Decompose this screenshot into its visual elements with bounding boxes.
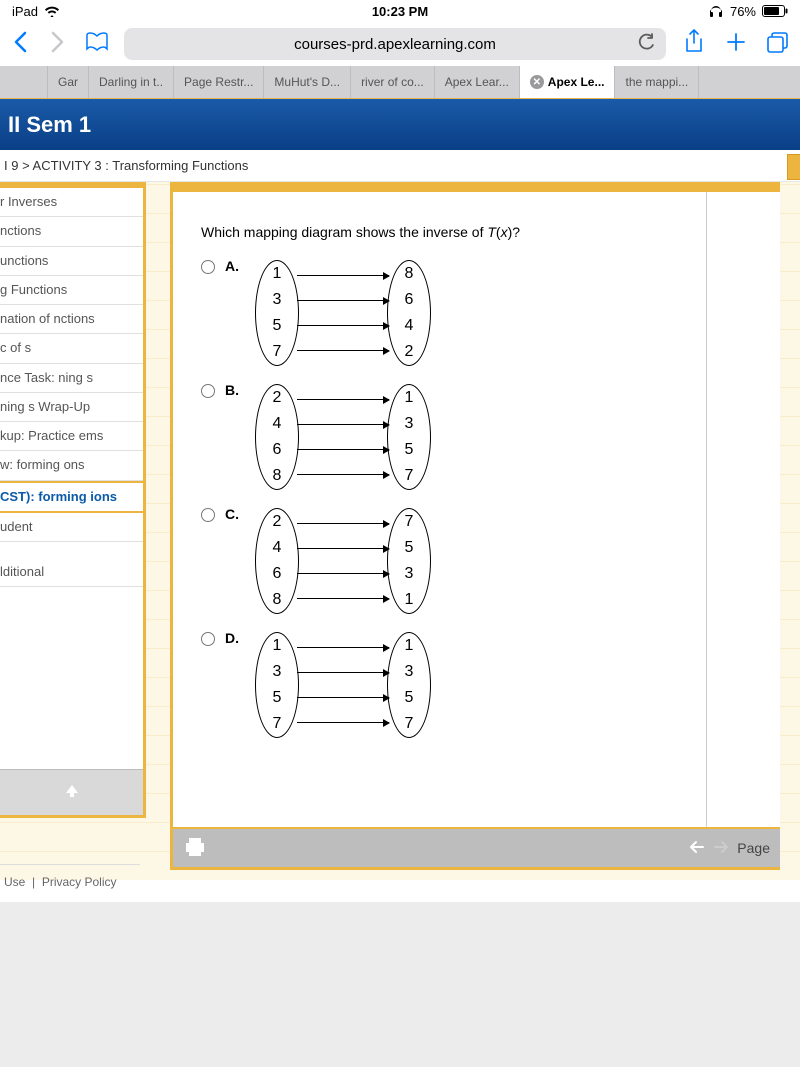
course-title: II Sem 1 xyxy=(8,112,91,138)
sidebar-item[interactable]: ning s Wrap-Up xyxy=(0,393,143,422)
sidebar-collapse[interactable] xyxy=(0,769,143,815)
breadcrumb-text: I 9 > ACTIVITY 3 : Transforming Function… xyxy=(4,158,248,173)
question-prompt: Which mapping diagram shows the inverse … xyxy=(201,224,688,240)
content-area: r Inverses nctions unctions g Functions … xyxy=(0,182,800,880)
clock: 10:23 PM xyxy=(372,4,428,19)
tab-river[interactable]: river of co... xyxy=(351,66,435,98)
sidebar-item-active[interactable]: CST): forming ions xyxy=(0,481,143,513)
choice-label-c: C. xyxy=(225,506,243,522)
safari-toolbar: courses-prd.apexlearning.com xyxy=(0,22,800,66)
sidebar-item[interactable]: nce Task: ning s xyxy=(0,364,143,393)
sidebar-item[interactable]: lditional xyxy=(0,558,143,587)
choice-b[interactable]: B. 2 4 6 8 1 3 5 7 xyxy=(201,382,688,492)
mapping-diagram-a: 1 3 5 7 8 6 4 2 xyxy=(253,258,433,368)
page-next-icon[interactable] xyxy=(713,840,729,857)
sidebar-item[interactable]: nctions xyxy=(0,217,143,246)
choice-a[interactable]: A. 1 3 5 7 8 6 4 2 xyxy=(201,258,688,368)
tree-up-icon xyxy=(63,783,81,802)
pager-bar: Page xyxy=(173,827,780,867)
choice-label-b: B. xyxy=(225,382,243,398)
lesson-sidebar: r Inverses nctions unctions g Functions … xyxy=(0,182,146,818)
breadcrumb: I 9 > ACTIVITY 3 : Transforming Function… xyxy=(0,150,800,182)
device-label: iPad xyxy=(12,4,38,19)
sidebar-item[interactable]: w: forming ons xyxy=(0,451,143,480)
radio-a[interactable] xyxy=(201,260,215,274)
sidebar-item[interactable]: c of s xyxy=(0,334,143,363)
mapping-diagram-d: 1 3 5 7 1 3 5 7 xyxy=(253,630,433,740)
sidebar-item[interactable]: g Functions xyxy=(0,276,143,305)
bookmarks-icon[interactable] xyxy=(84,31,110,58)
tab-page-restr[interactable]: Page Restr... xyxy=(174,66,264,98)
tab-mapping[interactable]: the mappi... xyxy=(615,66,699,98)
sidebar-item[interactable]: kup: Practice ems xyxy=(0,422,143,451)
wifi-icon xyxy=(44,5,60,17)
radio-c[interactable] xyxy=(201,508,215,522)
mapping-diagram-c: 2 4 6 8 7 5 3 1 xyxy=(253,506,433,616)
reload-icon[interactable] xyxy=(638,33,656,55)
browser-tab-strip: Gar Darling in t.. Page Restr... MuHut's… xyxy=(0,66,800,98)
share-icon[interactable] xyxy=(680,29,708,60)
footer-use-link[interactable]: Use xyxy=(4,875,25,889)
sidebar-item[interactable]: nation of nctions xyxy=(0,305,143,334)
tab-gar[interactable]: Gar xyxy=(48,66,89,98)
new-tab-icon[interactable] xyxy=(722,31,750,58)
headphones-icon xyxy=(708,4,724,18)
print-icon[interactable] xyxy=(183,836,207,861)
page-label: Page xyxy=(737,840,770,856)
sidebar-item[interactable]: udent xyxy=(0,513,143,542)
question-pane: Which mapping diagram shows the inverse … xyxy=(170,182,780,870)
choice-label-d: D. xyxy=(225,630,243,646)
tab-muhut[interactable]: MuHut's D... xyxy=(264,66,351,98)
url-bar[interactable]: courses-prd.apexlearning.com xyxy=(124,28,666,60)
course-header: II Sem 1 xyxy=(0,98,800,150)
tab-blank[interactable] xyxy=(0,66,48,98)
sidebar-item[interactable]: r Inverses xyxy=(0,188,143,217)
footer-privacy-link[interactable]: Privacy Policy xyxy=(42,875,117,889)
url-text: courses-prd.apexlearning.com xyxy=(294,36,496,53)
close-icon[interactable]: ✕ xyxy=(530,75,544,89)
battery-icon xyxy=(762,5,788,17)
choice-c[interactable]: C. 2 4 6 8 7 5 3 1 xyxy=(201,506,688,616)
back-button[interactable] xyxy=(8,29,32,60)
tabs-icon[interactable] xyxy=(764,31,792,58)
forward-button[interactable] xyxy=(46,29,70,60)
tab-apex-lear[interactable]: Apex Lear... xyxy=(435,66,520,98)
radio-d[interactable] xyxy=(201,632,215,646)
choice-d[interactable]: D. 1 3 5 7 1 3 5 7 xyxy=(201,630,688,740)
tab-darling[interactable]: Darling in t.. xyxy=(89,66,174,98)
page-prev-icon[interactable] xyxy=(689,840,705,857)
tab-apex-le-active[interactable]: ✕ Apex Le... xyxy=(520,66,616,98)
choice-label-a: A. xyxy=(225,258,243,274)
ipad-status-bar: iPad 10:23 PM 76% xyxy=(0,0,800,22)
footer-links: Use | Privacy Policy xyxy=(0,864,140,899)
mapping-diagram-b: 2 4 6 8 1 3 5 7 xyxy=(253,382,433,492)
radio-b[interactable] xyxy=(201,384,215,398)
page-bottom-gray xyxy=(0,902,800,1067)
sidebar-item[interactable]: unctions xyxy=(0,247,143,276)
battery-percent: 76% xyxy=(730,4,756,19)
